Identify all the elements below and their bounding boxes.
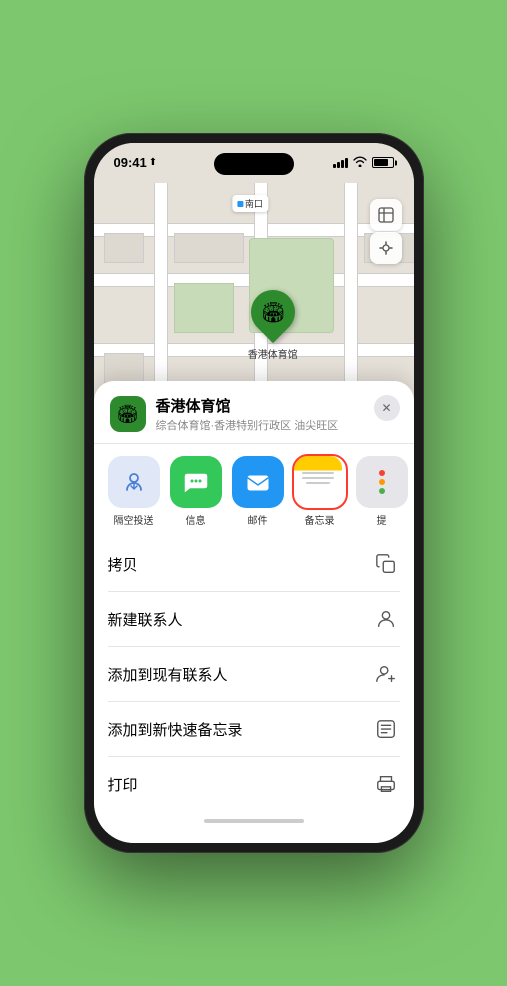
stadium-pin: 🏟 香港体育馆 (248, 290, 298, 361)
location-subtitle: 综合体育馆·香港特别行政区 油尖旺区 (156, 417, 339, 433)
quick-note-label: 添加到新快速备忘录 (108, 719, 243, 740)
signal-bars (333, 158, 348, 168)
share-row: 隔空投送 信息 (94, 444, 414, 537)
status-time: 09:41 (114, 155, 147, 170)
phone-screen: 09:41 ⬆ (94, 143, 414, 843)
copy-icon (372, 550, 400, 578)
airdrop-label: 隔空投送 (114, 512, 154, 527)
new-contact-icon (372, 605, 400, 633)
pin-label: 香港体育馆 (248, 346, 298, 361)
map-controls (370, 199, 402, 264)
battery-icon (372, 157, 394, 168)
share-mail[interactable]: 邮件 (228, 456, 288, 527)
location-arrow-icon: ⬆ (149, 157, 157, 168)
location-icon: 🏟 (110, 396, 146, 432)
map-type-button[interactable] (370, 199, 402, 231)
notes-label: 备忘录 (305, 512, 335, 527)
action-add-contact[interactable]: 添加到现有联系人 (108, 647, 400, 702)
action-print[interactable]: 打印 (108, 757, 400, 811)
share-notes[interactable]: 备忘录 (290, 456, 350, 527)
location-name: 香港体育馆 (156, 395, 339, 416)
share-more[interactable]: 提 (352, 456, 412, 527)
action-copy[interactable]: 拷贝 (108, 537, 400, 592)
print-icon (372, 770, 400, 798)
copy-label: 拷贝 (108, 554, 138, 575)
wifi-icon (353, 156, 367, 170)
print-label: 打印 (108, 774, 138, 795)
map-label: 南口 (232, 195, 268, 212)
phone-frame: 09:41 ⬆ (84, 133, 424, 853)
dynamic-island (214, 153, 294, 175)
close-button[interactable]: ✕ (374, 395, 400, 421)
location-button[interactable] (370, 232, 402, 264)
add-contact-icon (372, 660, 400, 688)
share-messages[interactable]: 信息 (166, 456, 226, 527)
location-text: 香港体育馆 综合体育馆·香港特别行政区 油尖旺区 (156, 395, 339, 433)
action-new-contact[interactable]: 新建联系人 (108, 592, 400, 647)
home-indicator (204, 819, 304, 823)
action-list: 拷贝 新建联系人 (94, 537, 414, 811)
quick-note-icon (372, 715, 400, 743)
action-quick-note[interactable]: 添加到新快速备忘录 (108, 702, 400, 757)
messages-label: 信息 (186, 512, 206, 527)
share-airdrop[interactable]: 隔空投送 (104, 456, 164, 527)
bottom-sheet: 🏟 香港体育馆 综合体育馆·香港特别行政区 油尖旺区 ✕ (94, 381, 414, 843)
new-contact-label: 新建联系人 (108, 609, 183, 630)
mail-label: 邮件 (248, 512, 268, 527)
status-icons (333, 156, 394, 170)
more-label: 提 (377, 512, 387, 527)
location-header: 🏟 香港体育馆 综合体育馆·香港特别行政区 油尖旺区 ✕ (94, 381, 414, 444)
add-contact-label: 添加到现有联系人 (108, 664, 228, 685)
